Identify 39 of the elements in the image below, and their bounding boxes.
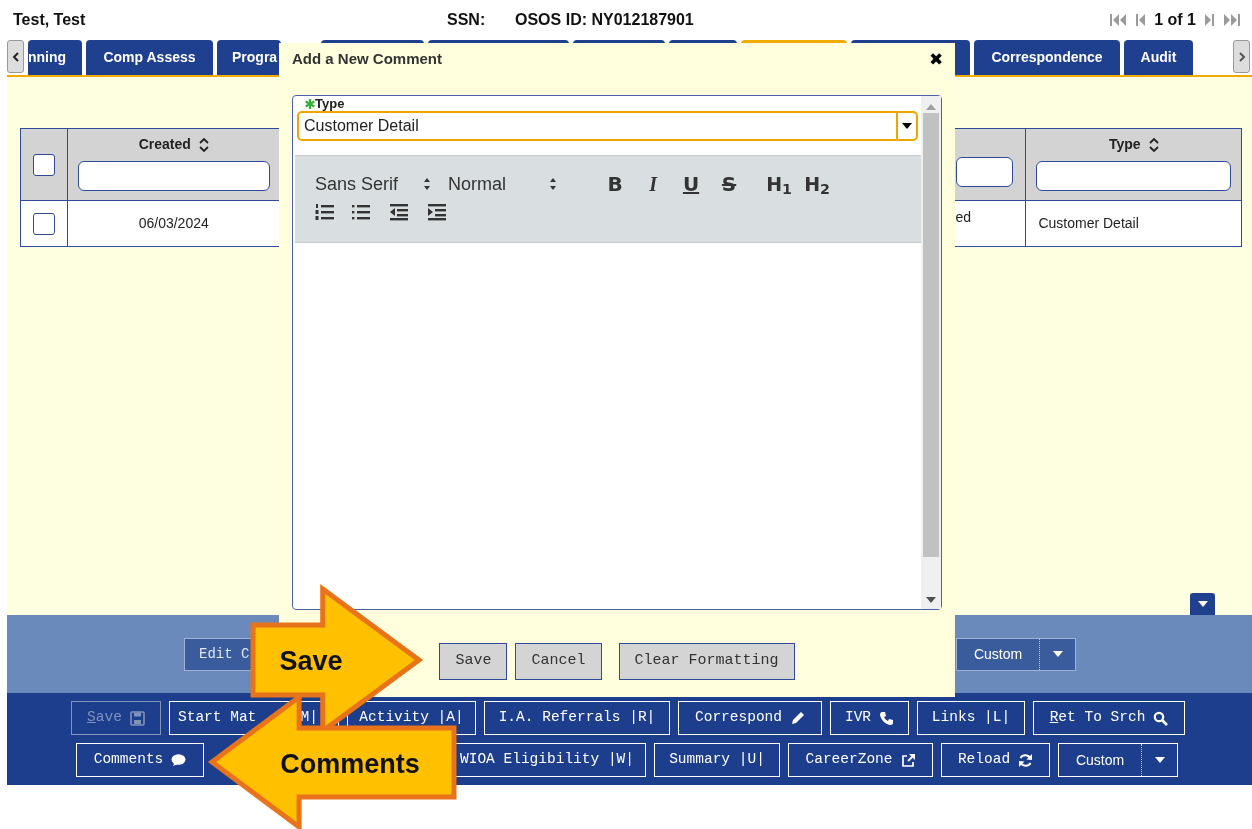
format-button[interactable]: B — [596, 169, 635, 199]
close-button[interactable]: ✖ — [929, 50, 943, 68]
tab[interactable]: Progra — [217, 40, 281, 75]
pencil-button[interactable]: Correspond — [678, 701, 822, 735]
dialog-title: Add a New Comment — [292, 48, 442, 69]
osos-id: OSOS ID: NY012187901 — [515, 10, 694, 30]
tab[interactable]: Audit — [1124, 40, 1193, 75]
search-button[interactable]: Ret To Srch — [1033, 701, 1185, 735]
table-cell-text: Customer Detail — [1038, 215, 1139, 231]
toolbar-button[interactable]: I.A. Referrals |R| — [484, 701, 670, 735]
format-button[interactable]: U — [672, 169, 711, 199]
column-header[interactable]: Type — [1108, 134, 1141, 155]
column-header[interactable]: Created — [138, 134, 191, 155]
field-label: Type — [315, 96, 345, 111]
size-picker[interactable]: Normal — [448, 170, 507, 198]
tab[interactable]: nning — [28, 40, 82, 75]
tab[interactable]: Correspondence — [974, 40, 1120, 75]
tab[interactable]: Comp Assess — [86, 40, 213, 75]
callout-label: Comments — [280, 748, 420, 779]
external-link-button[interactable]: CareerZone — [788, 743, 933, 777]
format-button[interactable]: H$_{1}$ — [760, 169, 799, 199]
font-picker[interactable]: Sans Serif — [315, 170, 399, 198]
type-select[interactable]: Customer Detail — [297, 111, 918, 141]
format-button[interactable]: S — [710, 169, 749, 199]
page-indicator: 1 of 1 — [1154, 10, 1196, 30]
format-button[interactable]: H$_{2}$ — [798, 169, 837, 199]
phone-button[interactable]: IVR — [830, 701, 909, 735]
table-cell-text: 06/03/2024 — [138, 215, 209, 231]
customer-name: Test, Test — [13, 10, 87, 30]
clear-formatting-button[interactable]: Clear Formatting — [618, 643, 795, 680]
format-button[interactable]: I — [634, 169, 673, 199]
table-cell-text: ed — [955, 209, 972, 225]
refresh-button[interactable]: Reload — [941, 743, 1050, 777]
save-button[interactable]: Save — [439, 643, 508, 680]
ssn-label: SSN: — [447, 10, 487, 30]
comments-button[interactable]: Comments — [76, 743, 204, 777]
toolbar-button[interactable]: Summary |U| — [654, 743, 780, 777]
toolbar-button[interactable]: Links |L| — [917, 701, 1025, 735]
cancel-button[interactable]: Cancel — [515, 643, 602, 680]
